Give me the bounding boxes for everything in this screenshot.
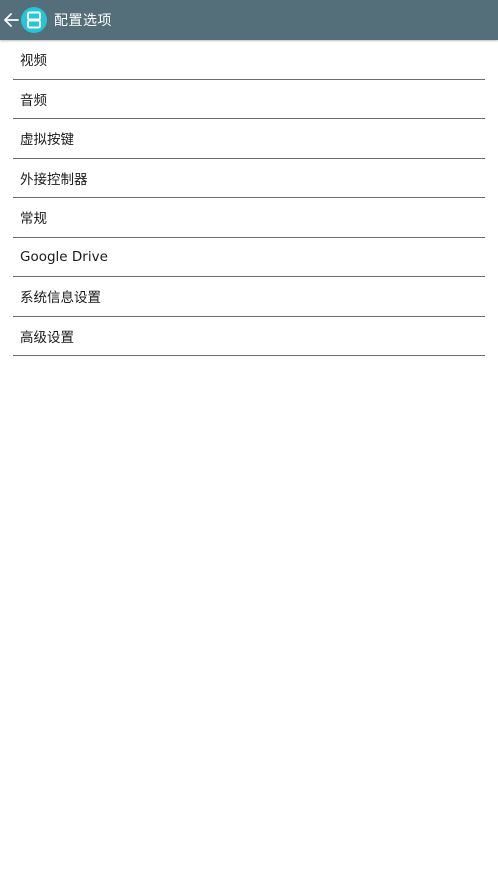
settings-screen: 配置选项 视频 音频 虚拟按键 外接控制器 常规 Google Drive 系统… (0, 0, 498, 887)
menu-item-general[interactable]: 常规 (13, 198, 485, 238)
page-title: 配置选项 (54, 13, 112, 29)
app-logo-icon (21, 7, 47, 33)
menu-item-audio[interactable]: 音频 (13, 80, 485, 119)
menu-item-google-drive[interactable]: Google Drive (13, 238, 485, 277)
menu-item-system-info[interactable]: 系统信息设置 (13, 277, 485, 317)
menu-item-advanced[interactable]: 高级设置 (13, 317, 485, 356)
menu-item-label: 常规 (20, 211, 47, 228)
menu-item-label: Google Drive (20, 248, 108, 265)
menu-item-label: 高级设置 (20, 329, 74, 346)
menu-item-video[interactable]: 视频 (13, 40, 485, 80)
menu-item-virtual-keys[interactable]: 虚拟按键 (13, 119, 485, 159)
arrow-left-icon (4, 13, 19, 27)
menu-item-external-controller[interactable]: 外接控制器 (13, 159, 485, 198)
settings-menu-list: 视频 音频 虚拟按键 外接控制器 常规 Google Drive 系统信息设置 … (13, 40, 485, 356)
menu-item-label: 音频 (20, 92, 47, 109)
app-toolbar: 配置选项 (0, 0, 498, 40)
menu-item-label: 外接控制器 (20, 171, 88, 188)
back-button[interactable] (1, 0, 21, 40)
menu-item-label: 视频 (20, 53, 47, 70)
menu-item-label: 系统信息设置 (20, 290, 101, 307)
menu-item-label: 虚拟按键 (20, 132, 74, 149)
